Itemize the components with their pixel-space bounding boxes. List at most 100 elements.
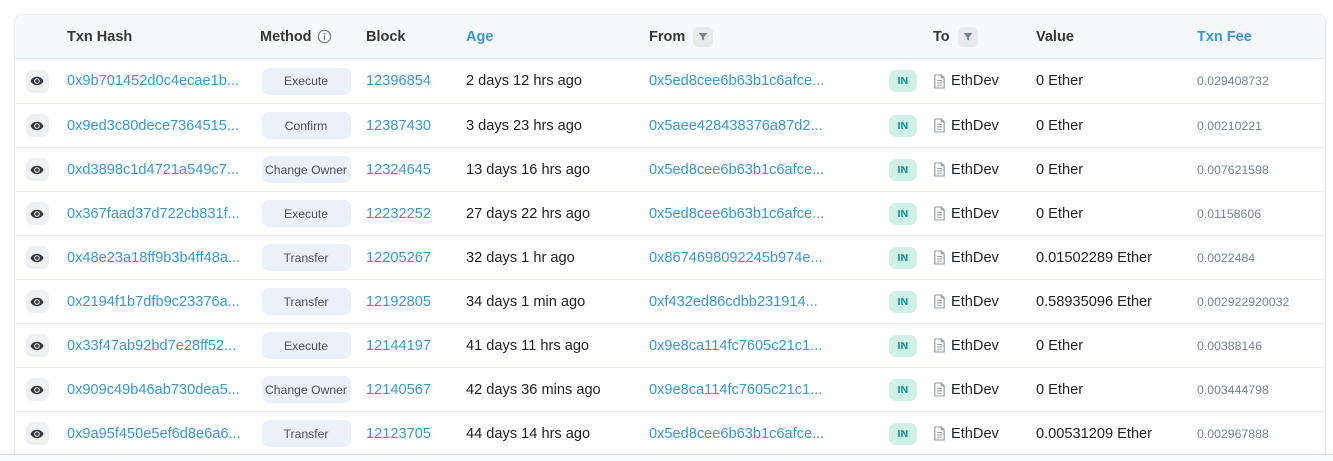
method-badge: Confirm <box>262 112 351 139</box>
block-link[interactable]: 12205267 <box>366 250 431 266</box>
method-badge: Execute <box>262 332 351 359</box>
from-address-link[interactable]: 0x5ed8cee6b63b1c6afce... <box>649 73 824 89</box>
header-txn-fee-toggle[interactable]: Txn Fee <box>1192 29 1325 45</box>
header-txn-hash: Txn Hash <box>59 29 253 45</box>
contract-document-icon <box>933 74 946 89</box>
value-text: 0.01502289 Ether <box>1036 250 1152 266</box>
table-row: 0x909c49b46ab730dea5... Change Owner 121… <box>15 367 1325 411</box>
method-badge: Transfer <box>262 244 351 271</box>
table-row: 0x9b701452d0c4ecae1b... Execute 12396854… <box>15 59 1325 103</box>
block-link[interactable]: 12123705 <box>366 426 431 442</box>
to-name-link[interactable]: EthDev <box>951 426 999 442</box>
txn-hash-link[interactable]: 0x909c49b46ab730dea5... <box>67 382 240 398</box>
age-text: 34 days 1 min ago <box>466 294 585 310</box>
to-name-link[interactable]: EthDev <box>951 338 999 354</box>
block-link[interactable]: 12232252 <box>366 206 431 222</box>
to-name-link[interactable]: EthDev <box>951 162 999 178</box>
txn-fee-text: 0.002967888 <box>1197 427 1269 441</box>
eye-preview-button[interactable] <box>26 70 49 93</box>
table-row: 0x9ed3c80dece7364515... Confirm 12387430… <box>15 103 1325 147</box>
from-address-link[interactable]: 0x5ed8cee6b63b1c6afce... <box>649 206 824 222</box>
header-block: Block <box>359 29 459 45</box>
value-text: 0.00531209 Ether <box>1036 426 1152 442</box>
age-text: 2 days 12 hrs ago <box>466 73 582 89</box>
direction-badge: IN <box>889 159 917 181</box>
to-filter-icon[interactable] <box>958 27 978 47</box>
from-address-link[interactable]: 0xf432ed86cdbb231914... <box>649 294 818 310</box>
eye-preview-button[interactable] <box>26 114 49 137</box>
txn-hash-link[interactable]: 0x9b701452d0c4ecae1b... <box>67 73 239 89</box>
eye-preview-button[interactable] <box>26 422 49 445</box>
to-name-link[interactable]: EthDev <box>951 118 999 134</box>
from-address-link[interactable]: 0x8674698092245b974e... <box>649 250 823 266</box>
contract-document-icon <box>933 162 946 177</box>
block-link[interactable]: 12192805 <box>366 294 431 310</box>
to-name-link[interactable]: EthDev <box>951 206 999 222</box>
direction-badge: IN <box>889 247 917 269</box>
contract-document-icon <box>933 118 946 133</box>
eye-preview-button[interactable] <box>26 202 49 225</box>
to-name-link[interactable]: EthDev <box>951 382 999 398</box>
contract-document-icon <box>933 206 946 221</box>
value-text: 0 Ether <box>1036 73 1083 89</box>
direction-badge: IN <box>889 335 917 357</box>
from-address-link[interactable]: 0x9e8ca114fc7605c21c1... <box>649 382 822 398</box>
eye-preview-button[interactable] <box>26 290 49 313</box>
direction-badge: IN <box>889 291 917 313</box>
from-address-link[interactable]: 0x5ed8cee6b63b1c6afce... <box>649 162 824 178</box>
txn-fee-text: 0.002922920032 <box>1197 295 1289 309</box>
block-link[interactable]: 12387430 <box>366 118 431 134</box>
header-age-toggle[interactable]: Age <box>459 29 642 45</box>
method-badge: Transfer <box>262 420 351 447</box>
block-link[interactable]: 12396854 <box>366 73 431 89</box>
from-filter-icon[interactable] <box>693 27 713 47</box>
txn-fee-text: 0.007621598 <box>1197 163 1269 177</box>
txn-hash-link[interactable]: 0xd3898c1d4721a549c7... <box>67 162 239 178</box>
txn-fee-text: 0.003444798 <box>1197 383 1269 397</box>
txn-hash-link[interactable]: 0x48e23a18ff9b3b4ff48a... <box>67 250 240 266</box>
age-text: 44 days 14 hrs ago <box>466 426 590 442</box>
eye-preview-button[interactable] <box>26 246 49 269</box>
info-icon[interactable] <box>317 29 332 44</box>
to-name-link[interactable]: EthDev <box>951 294 999 310</box>
age-text: 41 days 11 hrs ago <box>466 338 589 354</box>
age-text: 27 days 22 hrs ago <box>466 206 590 222</box>
value-text: 0 Ether <box>1036 162 1083 178</box>
age-text: 13 days 16 hrs ago <box>466 162 590 178</box>
table-row: 0x9a95f450e5ef6d8e6a6... Transfer 121237… <box>15 411 1325 455</box>
eye-preview-button[interactable] <box>26 158 49 181</box>
block-link[interactable]: 12324645 <box>366 162 431 178</box>
direction-badge: IN <box>889 379 917 401</box>
block-link[interactable]: 12140567 <box>366 382 431 398</box>
contract-document-icon <box>933 294 946 309</box>
header-from: From <box>642 27 880 47</box>
txn-fee-text: 0.00388146 <box>1197 339 1262 353</box>
block-link[interactable]: 12144197 <box>366 338 431 354</box>
from-address-link[interactable]: 0x5aee428438376a87d2... <box>649 118 823 134</box>
value-text: 0.58935096 Ether <box>1036 294 1152 310</box>
eye-preview-button[interactable] <box>26 334 49 357</box>
to-name-link[interactable]: EthDev <box>951 250 999 266</box>
age-text: 3 days 23 hrs ago <box>466 118 582 134</box>
eye-preview-button[interactable] <box>26 378 49 401</box>
value-text: 0 Ether <box>1036 338 1083 354</box>
horizontal-scrollbar-track[interactable] <box>0 454 1333 461</box>
txn-hash-link[interactable]: 0x9ed3c80dece7364515... <box>67 118 239 134</box>
header-to: To <box>926 27 1030 47</box>
age-text: 42 days 36 mins ago <box>466 382 601 398</box>
contract-document-icon <box>933 250 946 265</box>
txn-hash-link[interactable]: 0x9a95f450e5ef6d8e6a6... <box>67 426 241 442</box>
txn-hash-link[interactable]: 0x367faad37d722cb831f... <box>67 206 240 222</box>
to-name-link[interactable]: EthDev <box>951 73 999 89</box>
txn-fee-text: 0.00210221 <box>1197 119 1262 133</box>
transactions-table: Txn Hash Method Block Age From To Value … <box>14 14 1326 456</box>
from-address-link[interactable]: 0x9e8ca114fc7605c21c1... <box>649 338 822 354</box>
txn-hash-link[interactable]: 0x2194f1b7dfb9c23376a... <box>67 294 240 310</box>
direction-badge: IN <box>889 203 917 225</box>
from-address-link[interactable]: 0x5ed8cee6b63b1c6afce... <box>649 426 824 442</box>
contract-document-icon <box>933 426 946 441</box>
method-badge: Transfer <box>262 288 351 315</box>
method-badge: Change Owner <box>262 376 351 403</box>
table-header-row: Txn Hash Method Block Age From To Value … <box>15 15 1325 59</box>
txn-hash-link[interactable]: 0x33f47ab92bd7e28ff52... <box>67 338 236 354</box>
